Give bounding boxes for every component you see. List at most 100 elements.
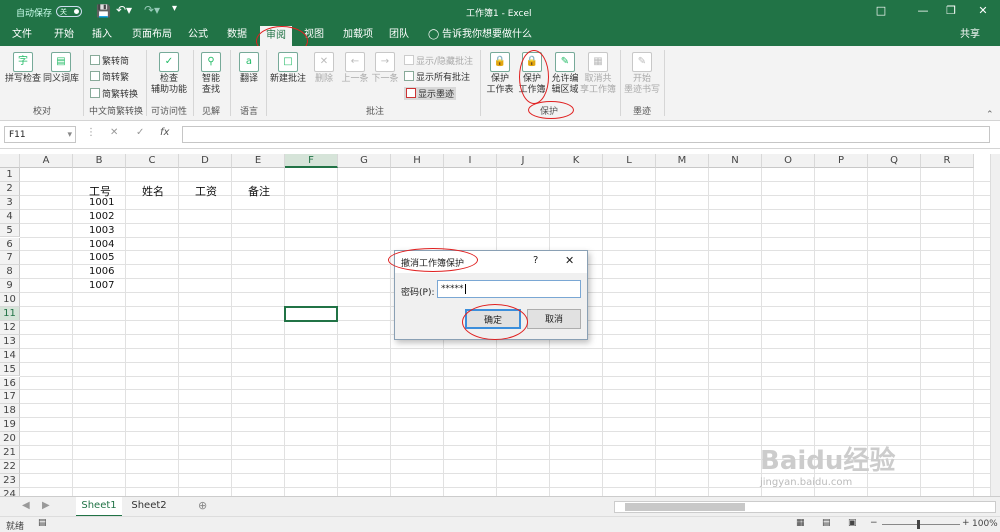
undo-icon[interactable]: ↶▾ xyxy=(116,3,132,17)
row-header-20[interactable]: 20 xyxy=(0,432,20,446)
start-inking-button[interactable]: ✎ 开始 墨迹书写 xyxy=(622,52,662,96)
next-comment-button[interactable]: → 下一条 xyxy=(370,52,400,85)
row-header-8[interactable]: 8 xyxy=(0,265,20,280)
row-header-15[interactable]: 15 xyxy=(0,362,20,377)
row-header-9[interactable]: 9 xyxy=(0,279,20,294)
column-header-q[interactable]: Q xyxy=(868,154,921,168)
column-header-h[interactable]: H xyxy=(391,154,444,168)
cancel-button[interactable]: 取消 xyxy=(527,309,581,329)
id-cell[interactable]: 1007 xyxy=(89,280,114,291)
previous-comment-button[interactable]: ← 上一条 xyxy=(340,52,370,85)
new-comment-button[interactable]: □ 新建批注 xyxy=(268,52,308,85)
minimize-button[interactable]: — xyxy=(912,2,934,20)
customize-quick-access-icon[interactable]: ▾ xyxy=(172,3,177,14)
row-header-4[interactable]: 4 xyxy=(0,209,20,224)
row-header-23[interactable]: 23 xyxy=(0,473,20,488)
id-cell[interactable]: 1001 xyxy=(89,197,114,208)
row-header-10[interactable]: 10 xyxy=(0,293,20,307)
page-break-view-icon[interactable]: ▣ xyxy=(848,518,857,528)
row-header-13[interactable]: 13 xyxy=(0,334,20,349)
protect-sheet-button[interactable]: 🔒 保护 工作表 xyxy=(484,52,516,96)
close-button[interactable]: ✕ xyxy=(972,2,994,20)
formula-input[interactable] xyxy=(182,126,990,143)
id-cell[interactable]: 1006 xyxy=(89,266,114,277)
scroll-right-icon[interactable]: ▶ xyxy=(42,500,50,511)
row-header-21[interactable]: 21 xyxy=(0,446,20,460)
help-icon[interactable]: ? xyxy=(533,255,538,266)
scrollbar-thumb[interactable] xyxy=(625,503,745,511)
column-header-k[interactable]: K xyxy=(550,154,603,168)
page-layout-view-icon[interactable]: ▤ xyxy=(822,518,831,528)
show-all-comments-button[interactable]: 显示所有批注 xyxy=(404,70,470,83)
autosave-toggle[interactable]: 关 xyxy=(56,6,82,17)
close-icon[interactable]: ✕ xyxy=(565,254,574,267)
row-header-18[interactable]: 18 xyxy=(0,404,20,419)
allow-edit-ranges-button[interactable]: ✎ 允许编 辑区域 xyxy=(548,52,582,96)
row-header-22[interactable]: 22 xyxy=(0,459,20,474)
show-ink-button[interactable]: 显示墨迹 xyxy=(404,87,457,100)
id-cell[interactable]: 1003 xyxy=(89,225,114,236)
thesaurus-button[interactable]: ▤ 同义词库 xyxy=(42,52,80,85)
tab-add-ins[interactable]: 加载项 xyxy=(343,24,373,46)
row-header-16[interactable]: 16 xyxy=(0,376,20,391)
vertical-scrollbar[interactable] xyxy=(990,154,1000,496)
zoom-level[interactable]: 100% xyxy=(972,519,998,529)
horizontal-scrollbar[interactable] xyxy=(614,501,996,513)
new-sheet-icon[interactable]: ⊕ xyxy=(198,499,207,512)
select-all-corner[interactable] xyxy=(0,154,20,168)
header-cell[interactable]: 工资 xyxy=(195,183,217,199)
redo-icon[interactable]: ↷▾ xyxy=(144,3,160,17)
row-header-7[interactable]: 7 xyxy=(0,251,20,266)
scroll-left-icon[interactable]: ◀ xyxy=(22,500,30,511)
translate-button[interactable]: a 翻译 xyxy=(234,52,264,85)
column-header-f[interactable]: F xyxy=(285,154,338,168)
smart-lookup-button[interactable]: ⚲ 智能 查找 xyxy=(196,52,226,96)
tab-team[interactable]: 团队 xyxy=(389,24,409,46)
row-header-11[interactable]: 11 xyxy=(0,307,20,321)
row-header-14[interactable]: 14 xyxy=(0,348,20,363)
column-header-c[interactable]: C xyxy=(126,154,179,168)
row-header-6[interactable]: 6 xyxy=(0,237,20,252)
maximize-button[interactable]: ❐ xyxy=(940,2,962,20)
password-field[interactable]: ***** xyxy=(437,280,581,298)
convert-button[interactable]: 简繁转换 xyxy=(90,87,138,100)
column-header-p[interactable]: P xyxy=(815,154,868,168)
check-accessibility-button[interactable]: ✓ 检查 辅助功能 xyxy=(148,52,190,96)
save-icon[interactable]: 💾 xyxy=(96,4,111,18)
tab-formulas[interactable]: 公式 xyxy=(188,24,208,46)
unshare-workbook-button[interactable]: ▦ 取消共 享工作簿 xyxy=(580,52,616,96)
t2s-button[interactable]: 繁转简 xyxy=(90,54,129,67)
id-cell[interactable]: 1005 xyxy=(89,252,114,263)
sheet-tab-sheet1[interactable]: Sheet1 xyxy=(76,497,122,517)
collapse-ribbon-icon[interactable]: ⌃ xyxy=(986,110,994,120)
ribbon-display-icon[interactable]: □ xyxy=(870,2,892,20)
row-header-12[interactable]: 12 xyxy=(0,320,20,335)
enter-icon[interactable]: ✓ xyxy=(136,127,144,138)
column-header-g[interactable]: G xyxy=(338,154,391,168)
column-header-l[interactable]: L xyxy=(603,154,656,168)
row-header-24[interactable]: 24 xyxy=(0,487,20,496)
column-header-r[interactable]: R xyxy=(921,154,974,168)
active-cell[interactable] xyxy=(284,306,338,322)
zoom-slider[interactable] xyxy=(882,524,960,525)
column-header-b[interactable]: B xyxy=(73,154,126,168)
sheet-tab-sheet2[interactable]: Sheet2 xyxy=(126,497,172,515)
row-header-1[interactable]: 1 xyxy=(0,168,20,182)
row-header-19[interactable]: 19 xyxy=(0,418,20,433)
s2t-button[interactable]: 简转繁 xyxy=(90,70,129,83)
macro-record-icon[interactable]: ▤ xyxy=(38,518,47,528)
header-cell[interactable]: 姓名 xyxy=(142,183,164,199)
column-header-n[interactable]: N xyxy=(709,154,762,168)
id-cell[interactable]: 1002 xyxy=(89,211,114,222)
share-button[interactable]: 共享 xyxy=(960,24,980,46)
tab-home[interactable]: 开始 xyxy=(54,24,74,46)
zoom-out-icon[interactable]: − xyxy=(870,518,878,528)
column-header-m[interactable]: M xyxy=(656,154,709,168)
id-cell[interactable]: 1004 xyxy=(89,239,114,250)
column-header-o[interactable]: O xyxy=(762,154,815,168)
cancel-icon[interactable]: ✕ xyxy=(110,127,118,138)
tab-file[interactable]: 文件 xyxy=(12,24,32,46)
row-header-5[interactable]: 5 xyxy=(0,223,20,238)
zoom-in-icon[interactable]: + xyxy=(962,518,970,528)
column-header-i[interactable]: I xyxy=(444,154,497,168)
